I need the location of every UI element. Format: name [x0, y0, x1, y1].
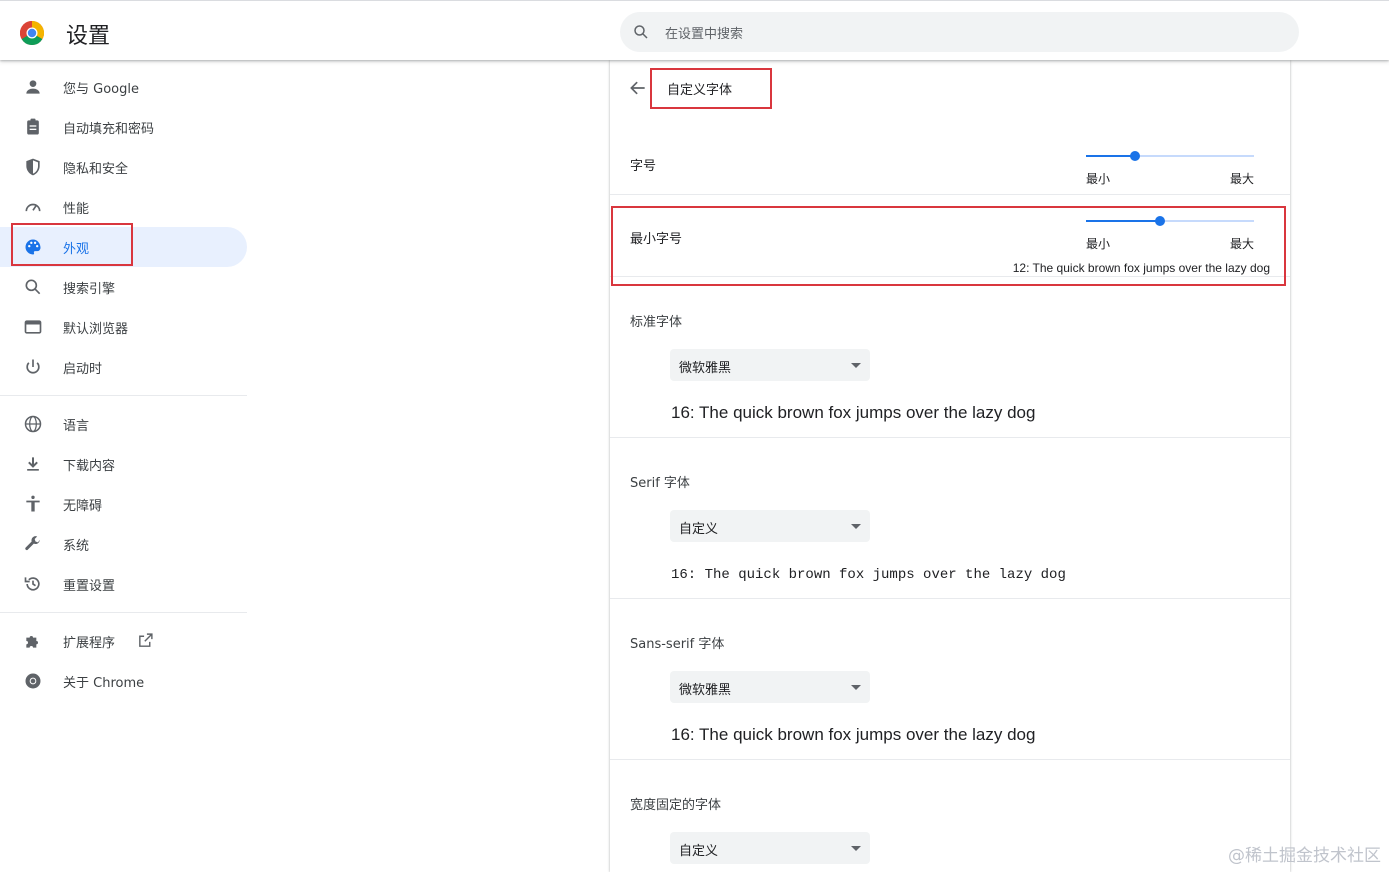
sidebar-item-autofill[interactable]: 自动填充和密码 — [0, 107, 247, 147]
clipboard-icon — [27, 118, 39, 135]
sans-serif-font-sample: 16: The quick brown fox jumps over the l… — [671, 725, 1036, 744]
fixed-width-font-select[interactable]: 自定义 — [670, 832, 870, 864]
slider-thumb[interactable] — [1154, 216, 1165, 226]
sidebar-item-default-browser[interactable]: 默认浏览器 — [0, 307, 247, 347]
select-value: 自定义 — [679, 844, 719, 859]
select-value: 微软雅黑 — [679, 683, 732, 698]
sidebar-item-on-startup[interactable]: 启动时 — [0, 347, 247, 387]
min-font-size-slider[interactable] — [1086, 214, 1254, 228]
accessibility-icon — [26, 495, 40, 512]
fixed-width-font-label: 宽度固定的字体 — [630, 798, 722, 813]
chrome-logo-icon — [20, 21, 44, 45]
sidebar-divider — [0, 395, 247, 396]
font-size-label: 字号 — [630, 159, 657, 174]
sidebar-item-performance[interactable]: 性能 — [0, 187, 247, 227]
row-separator — [610, 437, 1290, 438]
sidebar-item-you-and-google[interactable]: 您与 Google — [0, 67, 247, 107]
speedometer-icon — [25, 203, 41, 212]
sidebar-item-search-engine[interactable]: 搜索引擎 — [0, 267, 247, 307]
sidebar-item-label: 关于 Chrome — [63, 676, 145, 691]
sidebar-item-label: 下载内容 — [63, 459, 116, 474]
standard-font-label: 标准字体 — [630, 315, 683, 330]
sidebar-item-label: 扩展程序 — [63, 636, 116, 651]
sidebar: 您与 Google 自动填充和密码 隐私和安全 性能 外观 搜索引擎 默认浏览器… — [0, 60, 260, 872]
sidebar-item-label: 搜索引擎 — [63, 282, 116, 297]
shield-icon — [26, 158, 40, 176]
sidebar-item-appearance[interactable]: 外观 — [0, 227, 247, 267]
sidebar-item-label: 默认浏览器 — [63, 322, 129, 337]
slider-min-label: 最小 — [1086, 237, 1111, 251]
custom-fonts-card: 自定义字体 字号 最小 最大 最小字号 最小 最大 12: The quick … — [610, 60, 1290, 872]
globe-icon — [24, 415, 42, 433]
settings-search-box[interactable]: 在设置中搜索 — [620, 12, 1299, 52]
sidebar-item-label: 无障碍 — [63, 499, 103, 514]
sidebar-item-languages[interactable]: 语言 — [0, 404, 247, 444]
select-value: 自定义 — [679, 522, 719, 537]
sidebar-item-privacy[interactable]: 隐私和安全 — [0, 147, 247, 187]
standard-font-sample: 16: The quick brown fox jumps over the l… — [671, 403, 1036, 422]
select-value: 微软雅黑 — [679, 361, 732, 376]
slider-max-label: 最大 — [1230, 172, 1255, 186]
restore-icon — [24, 577, 40, 591]
min-font-sample: 12: The quick brown fox jumps over the l… — [1012, 261, 1270, 275]
sidebar-item-downloads[interactable]: 下载内容 — [0, 444, 247, 484]
top-bar: 设置 在设置中搜索 — [0, 0, 1389, 60]
slider-max-label: 最大 — [1230, 237, 1255, 251]
row-separator — [610, 759, 1290, 760]
sidebar-item-label: 性能 — [63, 202, 90, 217]
row-separator — [610, 194, 1290, 195]
sidebar-item-about-chrome[interactable]: 关于 Chrome — [0, 661, 247, 701]
sidebar-item-label: 系统 — [63, 539, 90, 554]
slider-thumb[interactable] — [1129, 151, 1140, 161]
serif-font-sample: 16: The quick brown fox jumps over the l… — [671, 567, 1066, 583]
sidebar-item-label: 启动时 — [63, 362, 103, 377]
sidebar-item-label: 自动填充和密码 — [63, 122, 155, 137]
search-placeholder: 在设置中搜索 — [665, 27, 744, 42]
sidebar-item-label: 语言 — [63, 419, 90, 434]
sidebar-divider — [0, 612, 247, 613]
sidebar-item-system[interactable]: 系统 — [0, 524, 247, 564]
chrome-icon — [25, 673, 41, 689]
dropdown-arrow-icon — [851, 846, 861, 851]
search-icon — [634, 25, 648, 39]
font-size-slider[interactable] — [1086, 149, 1254, 163]
browser-window-icon — [24, 320, 42, 334]
search-icon — [25, 279, 41, 295]
row-separator — [610, 276, 1290, 277]
serif-font-label: Serif 字体 — [630, 476, 690, 491]
download-icon — [27, 457, 39, 471]
watermark: @稀土掘金技术社区 — [1228, 846, 1381, 866]
sidebar-item-accessibility[interactable]: 无障碍 — [0, 484, 247, 524]
sidebar-item-reset[interactable]: 重置设置 — [0, 564, 247, 604]
standard-font-select[interactable]: 微软雅黑 — [670, 349, 870, 381]
page-title: 设置 — [66, 24, 111, 49]
slider-min-label: 最小 — [1086, 172, 1111, 186]
sans-serif-font-label: Sans-serif 字体 — [630, 637, 725, 652]
slider-fill — [1086, 220, 1160, 222]
sidebar-item-label: 您与 Google — [63, 82, 139, 97]
row-separator — [610, 598, 1290, 599]
subpage-title: 自定义字体 — [667, 83, 733, 98]
palette-icon — [25, 239, 41, 255]
sidebar-item-extensions[interactable]: 扩展程序 — [0, 621, 247, 661]
wrench-icon — [25, 536, 40, 551]
dropdown-arrow-icon — [851, 524, 861, 529]
serif-font-select[interactable]: 自定义 — [670, 510, 870, 542]
sidebar-item-label: 外观 — [63, 242, 90, 257]
slider-fill — [1086, 155, 1135, 157]
power-icon — [26, 359, 40, 374]
person-icon — [26, 80, 40, 94]
dropdown-arrow-icon — [851, 363, 861, 368]
dropdown-arrow-icon — [851, 685, 861, 690]
min-font-size-label: 最小字号 — [630, 232, 683, 247]
back-arrow-icon[interactable] — [628, 78, 648, 98]
sidebar-item-label: 重置设置 — [63, 579, 116, 594]
sidebar-item-label: 隐私和安全 — [63, 162, 129, 177]
open-in-new-icon — [139, 633, 153, 647]
sans-serif-font-select[interactable]: 微软雅黑 — [670, 671, 870, 703]
puzzle-icon — [26, 636, 38, 648]
